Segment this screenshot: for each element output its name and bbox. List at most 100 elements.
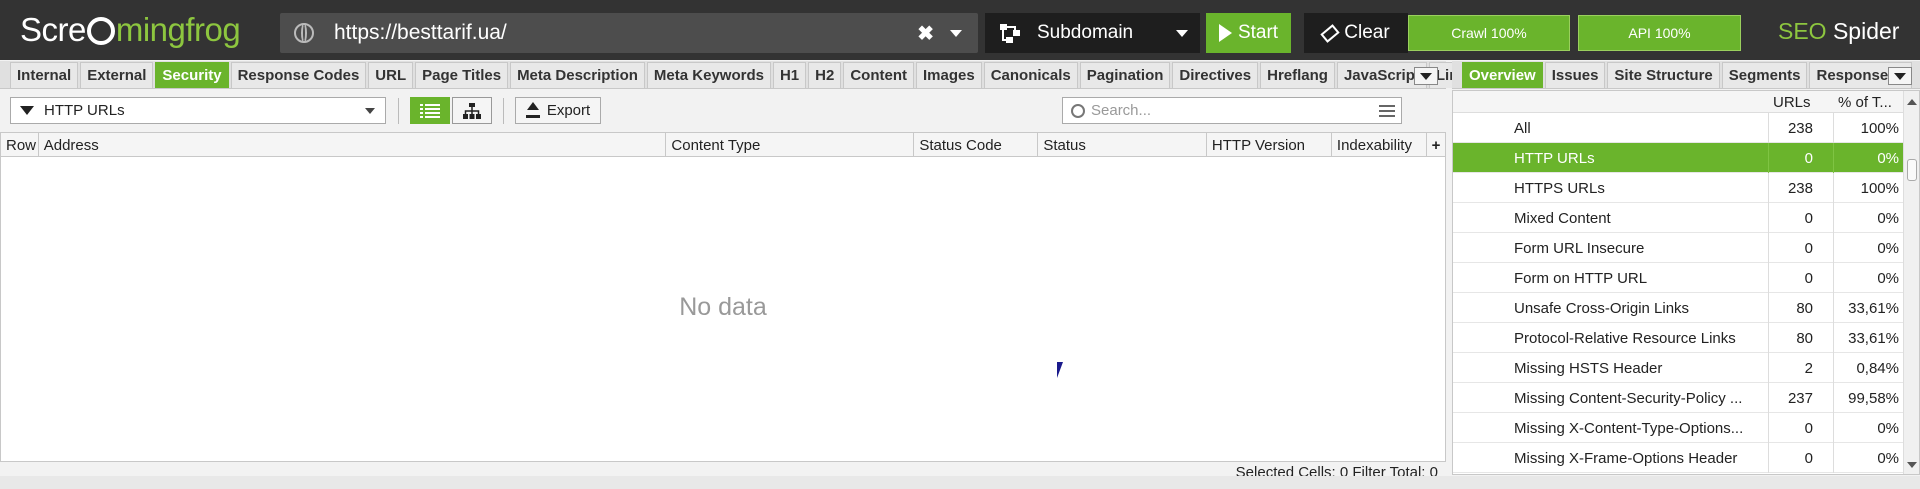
overview-row[interactable]: Missing X-Content-Type-Options... 0 0% [1453,413,1903,443]
overview-row[interactable]: Protocol-Relative Resource Links 80 33,61% [1453,323,1903,353]
more-tabs-button[interactable] [1414,67,1438,85]
start-button[interactable]: Start [1206,13,1291,53]
overview-row-percent: 0% [1877,150,1899,167]
search-input[interactable]: Search... [1062,97,1402,124]
export-button[interactable]: Export [515,97,601,124]
overview-row-urls: 80 [1796,300,1813,317]
overview-row-urls: 0 [1804,270,1813,287]
tab-segments[interactable]: Segments [1721,62,1808,88]
product-name-seo: SEO [1778,18,1827,44]
column-header-row[interactable]: Row [1,133,39,157]
url-data-table[interactable]: Row Address Content Type Status Code Status H… [0,132,1446,462]
overview-row[interactable]: Mixed Content 0 0% [1453,203,1903,233]
tab-internal[interactable]: Internal [10,62,79,88]
list-view-button[interactable] [410,97,450,124]
column-divider [1768,383,1769,413]
overview-row-label: Missing X-Content-Type-Options... [1514,420,1744,437]
toolbar-divider [503,98,504,124]
column-divider [1833,383,1834,413]
column-divider [1768,443,1769,473]
overview-row-urls: 2 [1804,360,1813,377]
mouse-cursor-icon [1057,362,1069,378]
overview-row[interactable]: Unsafe Cross-Origin Links 80 33,61% [1453,293,1903,323]
column-divider [1833,143,1834,173]
scroll-up-icon[interactable] [1907,99,1917,105]
overview-row[interactable]: HTTP URLs 0 0% [1453,143,1903,173]
overview-scrollbar[interactable] [1903,91,1919,474]
search-placeholder: Search... [1091,102,1152,119]
tab-page-titles[interactable]: Page Titles [415,62,509,88]
overview-row[interactable]: Missing X-Frame-Options Header 0 0% [1453,443,1903,473]
tab-overview[interactable]: Overview [1462,62,1543,88]
overview-row-percent: 33,61% [1848,300,1899,317]
column-header-http-version[interactable]: HTTP Version [1207,133,1332,157]
tab-content[interactable]: Content [843,62,914,88]
tab-pagination[interactable]: Pagination [1079,62,1171,88]
overview-row-percent: 100% [1860,180,1899,197]
upload-icon [525,101,540,118]
subdomain-icon [1000,24,1020,43]
overview-row[interactable]: All 238 100% [1453,113,1903,143]
tab-directives[interactable]: Directives [1172,62,1259,88]
tree-view-button[interactable] [452,97,492,124]
overview-row-percent: 0% [1877,270,1899,287]
column-divider [1768,413,1769,443]
clear-url-icon[interactable]: ✖ [917,21,934,46]
crawl-mode-select[interactable]: Subdomain [985,13,1200,53]
overview-panel[interactable]: URLs % of T... All 238 100% HTTP URLs 0 0% HTT… [1452,90,1920,475]
add-column-button[interactable]: + [1427,133,1445,157]
tab-security[interactable]: Security [155,62,229,88]
column-divider [1833,443,1834,473]
column-divider [1833,293,1834,323]
logo-text-right: mingfrog [115,11,241,48]
scroll-down-icon[interactable] [1907,462,1917,468]
tab-hreflang[interactable]: Hreflang [1260,62,1335,88]
url-input[interactable]: https://besttarif.ua/ [334,21,917,45]
column-header-status[interactable]: Status [1038,133,1207,157]
tab-response-codes[interactable]: Response Codes [230,62,367,88]
column-header-content-type[interactable]: Content Type [666,133,915,157]
column-header-indexability[interactable]: Indexability [1332,133,1428,157]
overview-row[interactable]: Missing HSTS Header 2 0,84% [1453,353,1903,383]
overview-col-percent[interactable]: % of T... [1838,94,1892,111]
tab-h1[interactable]: H1 [772,62,807,88]
overview-row-urls: 0 [1804,420,1813,437]
column-header-status-code[interactable]: Status Code [914,133,1039,157]
overview-row-label: Mixed Content [1514,210,1611,227]
overview-row-percent: 33,61% [1848,330,1899,347]
logo-frog-icon [86,17,115,45]
more-right-tabs-button[interactable] [1888,67,1912,85]
tab-external[interactable]: External [80,62,154,88]
column-divider [1768,233,1769,263]
play-icon [1218,24,1232,42]
tab-meta-keywords[interactable]: Meta Keywords [646,62,771,88]
tab-images[interactable]: Images [916,62,982,88]
column-header-address[interactable]: Address [39,133,667,157]
globe-icon [294,23,314,43]
column-divider [1833,353,1834,383]
overview-row[interactable]: HTTPS URLs 238 100% [1453,173,1903,203]
tab-issues[interactable]: Issues [1544,62,1606,88]
overview-row-urls: 0 [1804,150,1813,167]
overview-row[interactable]: Form URL Insecure 0 0% [1453,233,1903,263]
column-divider [1768,353,1769,383]
tab-meta-description[interactable]: Meta Description [510,62,645,88]
clear-button[interactable]: Clear [1304,13,1408,53]
filter-select[interactable]: HTTP URLs [10,97,386,124]
export-button-label: Export [546,102,591,119]
url-history-dropdown-icon[interactable] [950,29,962,37]
overview-row[interactable]: Form on HTTP URL 0 0% [1453,263,1903,293]
tab-url[interactable]: URL [368,62,414,88]
horizontal-scrollbar[interactable] [0,476,1920,489]
search-options-icon[interactable] [1379,105,1395,117]
url-input-box[interactable]: https://besttarif.ua/ ✖ [280,13,978,53]
tab-site-structure[interactable]: Site Structure [1607,62,1720,88]
tab-canonicals[interactable]: Canonicals [983,62,1078,88]
toolbar-divider [398,98,399,124]
product-name: SEO Spider [1778,18,1899,45]
scrollbar-thumb[interactable] [1907,159,1917,181]
overview-row-label: Form on HTTP URL [1514,270,1648,287]
overview-row[interactable]: Missing Content-Security-Policy ... 237 99… [1453,383,1903,413]
tab-h2[interactable]: H2 [808,62,842,88]
overview-col-urls[interactable]: URLs [1773,94,1811,111]
